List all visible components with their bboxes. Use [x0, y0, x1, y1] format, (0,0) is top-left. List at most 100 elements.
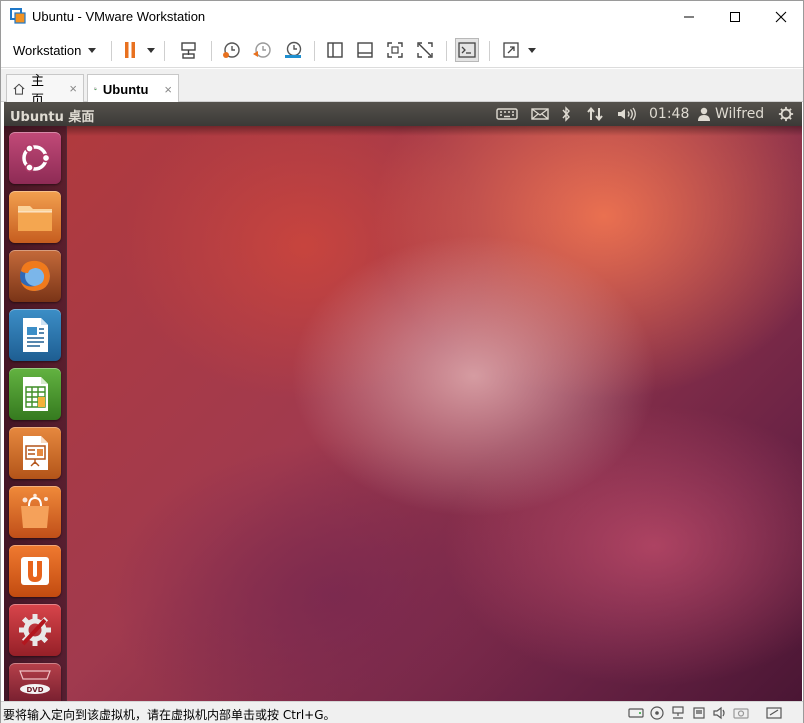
vm-console[interactable]: Ubuntu 桌面 01:48 Wilfred DVD — [4, 102, 802, 701]
dvd-label: DVD — [26, 686, 43, 694]
network-send-icon — [181, 42, 196, 59]
toolbar-separator — [314, 41, 315, 61]
usb-device-icon[interactable] — [691, 706, 707, 720]
revert-snapshot-icon — [253, 42, 271, 58]
tab-bar: 主页 × Ubuntu × — [1, 69, 803, 107]
toolbar-separator — [164, 41, 165, 61]
session-indicator[interactable] — [777, 105, 795, 123]
take-snapshot-button[interactable] — [219, 38, 243, 62]
tab-ubuntu-label: Ubuntu — [102, 81, 149, 97]
unity-mode-button[interactable] — [413, 38, 437, 62]
cd-dvd-icon[interactable] — [649, 706, 665, 720]
pause-dropdown-icon[interactable] — [147, 48, 155, 53]
launcher-dash-home[interactable] — [9, 132, 61, 184]
tab-home-close-icon[interactable]: × — [69, 81, 77, 96]
close-button[interactable] — [758, 1, 804, 32]
ubuntu-logo-icon — [22, 144, 51, 172]
camera-icon[interactable] — [733, 706, 749, 720]
launcher-libreoffice-writer[interactable] — [9, 309, 61, 361]
envelope-icon — [531, 108, 549, 120]
calc-icon — [23, 377, 48, 411]
toolbar-separator — [211, 41, 212, 61]
launcher-dvd[interactable]: DVD — [9, 663, 61, 701]
terminal-icon — [458, 42, 476, 58]
snapshot-manager-icon — [285, 41, 302, 58]
impress-icon — [23, 436, 48, 470]
show-thumbnail-bar-button[interactable] — [353, 38, 377, 62]
launcher-files[interactable] — [9, 191, 61, 243]
maximize-icon — [730, 11, 740, 22]
pause-button[interactable] — [118, 38, 142, 62]
keyboard-indicator[interactable] — [496, 105, 518, 123]
minimize-button[interactable] — [666, 1, 712, 32]
send-ctrl-alt-del-button[interactable] — [177, 38, 201, 62]
shopping-bag-icon — [21, 493, 49, 528]
close-icon — [775, 11, 787, 22]
user-icon — [698, 107, 710, 121]
user-name: Wilfred — [715, 106, 765, 122]
firefox-icon — [20, 260, 50, 291]
workstation-menu-label: Workstation — [13, 42, 82, 58]
full-screen-button[interactable] — [383, 38, 407, 62]
maximize-button[interactable] — [712, 1, 758, 32]
writer-icon — [23, 318, 48, 352]
fullscreen-icon — [387, 42, 403, 58]
unity-launcher: DVD — [4, 126, 67, 701]
snapshot-manager-button[interactable] — [281, 38, 305, 62]
window-title: Ubuntu - VMware Workstation — [32, 9, 206, 24]
pause-icon — [125, 42, 135, 58]
settings-icon — [19, 614, 51, 646]
unity-mode-icon — [417, 42, 433, 58]
ubuntu-top-panel: Ubuntu 桌面 01:48 Wilfred — [4, 102, 802, 126]
clock-indicator[interactable]: 01:48 — [649, 105, 689, 123]
power-gear-icon — [778, 106, 794, 122]
dvd-icon: DVD — [19, 670, 51, 694]
status-message: 要将输入定向到该虚拟机，请在虚拟机内部单击或按 Ctrl+G。 — [3, 708, 336, 722]
display-icon[interactable] — [766, 706, 782, 720]
ubuntu-desktop-wallpaper[interactable] — [4, 126, 802, 701]
launcher-libreoffice-impress[interactable] — [9, 427, 61, 479]
toolbar-separator — [446, 41, 447, 61]
volume-icon — [618, 107, 636, 121]
tab-home[interactable]: 主页 × — [6, 73, 84, 107]
folder-icon — [18, 206, 52, 231]
network-indicator[interactable] — [586, 105, 604, 123]
user-indicator[interactable]: Wilfred — [697, 105, 764, 123]
tab-ubuntu-close-icon[interactable]: × — [164, 82, 172, 97]
toolbar-separator — [111, 41, 112, 61]
ubuntu-one-icon — [21, 557, 49, 585]
stretch-guest-button[interactable] — [499, 38, 523, 62]
stretch-dropdown-icon[interactable] — [528, 48, 536, 53]
toolbar-separator — [489, 41, 490, 61]
vmware-app-icon — [10, 8, 26, 24]
revert-snapshot-button[interactable] — [250, 38, 274, 62]
sound-card-icon[interactable] — [712, 706, 728, 720]
vmware-window: Ubuntu - VMware Workstation Workstation — [0, 0, 804, 723]
launcher-libreoffice-calc[interactable] — [9, 368, 61, 420]
toolbar: Workstation — [1, 32, 803, 68]
title-bar: Ubuntu - VMware Workstation — [1, 1, 803, 32]
network-arrows-icon — [587, 106, 603, 122]
vm-running-icon — [94, 87, 97, 91]
launcher-ubuntu-software-center[interactable] — [9, 486, 61, 538]
bluetooth-indicator[interactable] — [560, 105, 572, 123]
console-view-button[interactable] — [455, 38, 479, 62]
hard-disk-icon[interactable] — [628, 706, 644, 720]
panel-shadow — [4, 126, 802, 136]
minimize-icon — [684, 16, 694, 17]
launcher-firefox[interactable] — [9, 250, 61, 302]
panel-title: Ubuntu 桌面 — [10, 110, 95, 125]
sidebar-layout-icon — [327, 42, 343, 58]
snapshot-icon — [223, 42, 240, 58]
show-library-button[interactable] — [323, 38, 347, 62]
home-icon — [13, 83, 25, 95]
sound-indicator[interactable] — [616, 105, 638, 123]
bluetooth-icon — [562, 106, 570, 122]
network-adapter-icon[interactable] — [670, 706, 686, 720]
keyboard-icon — [496, 108, 518, 120]
messaging-indicator[interactable] — [531, 105, 549, 123]
tab-ubuntu[interactable]: Ubuntu × — [87, 74, 179, 103]
launcher-ubuntu-one[interactable] — [9, 545, 61, 597]
workstation-menu-button[interactable]: Workstation — [7, 38, 102, 62]
launcher-system-settings[interactable] — [9, 604, 61, 656]
